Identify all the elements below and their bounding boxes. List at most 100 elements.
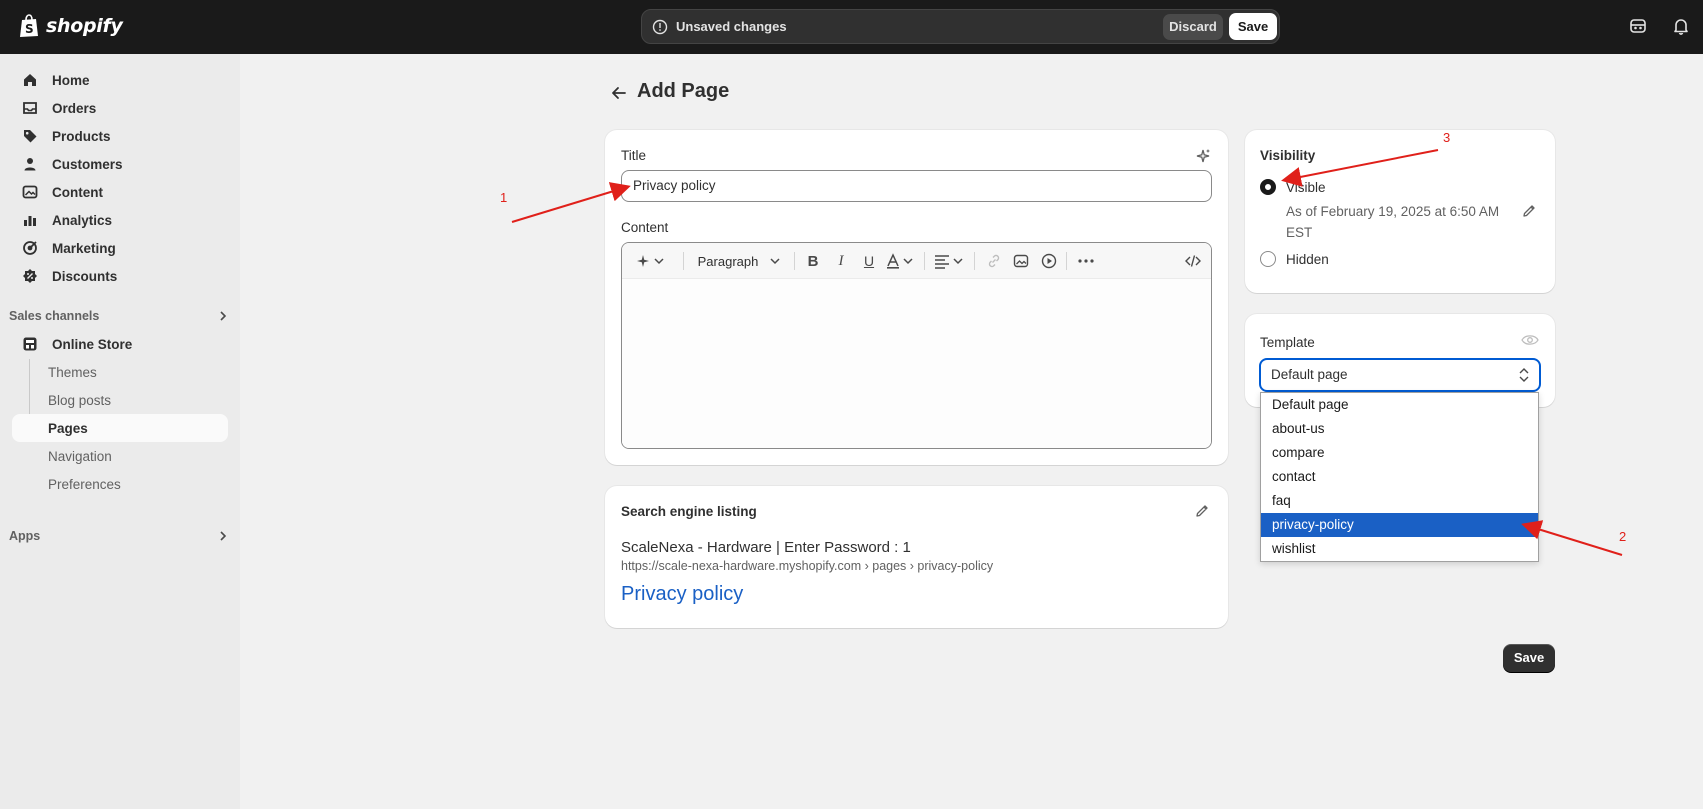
template-select[interactable]: Default page bbox=[1259, 358, 1541, 392]
paragraph-format-select[interactable]: Paragraph bbox=[694, 252, 784, 270]
store-icon bbox=[22, 336, 38, 352]
html-code-button[interactable] bbox=[1184, 252, 1202, 270]
annotation-arrow-2 bbox=[1521, 520, 1623, 556]
chevron-down-icon bbox=[770, 258, 780, 265]
sidebar-item-label: Blog posts bbox=[48, 392, 112, 408]
sidebar-item-products[interactable]: Products bbox=[12, 122, 228, 150]
discard-button[interactable]: Discard bbox=[1163, 14, 1223, 40]
back-arrow-icon[interactable] bbox=[608, 82, 630, 104]
annotation-label-3: 3 bbox=[1443, 130, 1451, 145]
dropdown-option-contact[interactable]: contact bbox=[1261, 465, 1538, 489]
page-title: Add Page bbox=[637, 80, 730, 102]
sidebar-item-blog-posts[interactable]: Blog posts bbox=[12, 386, 228, 414]
sidebar-item-home[interactable]: Home bbox=[12, 66, 228, 94]
edit-pencil-icon[interactable] bbox=[1194, 503, 1210, 519]
sidebar-item-label: Content bbox=[52, 184, 103, 200]
tag-icon bbox=[22, 128, 38, 144]
toolbar-divider bbox=[974, 252, 975, 270]
sidebar-item-label: Orders bbox=[52, 100, 97, 116]
dropdown-option-privacy-policy[interactable]: privacy-policy bbox=[1261, 513, 1538, 537]
unsaved-changes-bar: Unsaved changes Discard Save bbox=[641, 9, 1280, 44]
visibility-heading: Visibility bbox=[1260, 148, 1316, 163]
italic-button[interactable]: I bbox=[832, 252, 850, 270]
text-color-icon bbox=[887, 253, 913, 269]
sales-channels-label: Sales channels bbox=[9, 309, 100, 323]
magic-sparkle-icon bbox=[637, 255, 664, 267]
visible-label[interactable]: Visible bbox=[1286, 180, 1326, 195]
save-top-button[interactable]: Save bbox=[1229, 13, 1277, 40]
sidebar-item-content[interactable]: Content bbox=[12, 178, 228, 206]
sidebar-item-preferences[interactable]: Preferences bbox=[12, 470, 228, 498]
align-button[interactable] bbox=[934, 252, 966, 270]
underline-button[interactable]: U bbox=[860, 252, 878, 270]
dropdown-option-compare[interactable]: compare bbox=[1261, 441, 1538, 465]
sidebar-item-customers[interactable]: Customers bbox=[12, 150, 228, 178]
code-icon bbox=[1185, 255, 1201, 267]
sidebar-item-marketing[interactable]: Marketing bbox=[12, 234, 228, 262]
dropdown-option-faq[interactable]: faq bbox=[1261, 489, 1538, 513]
title-input[interactable]: Privacy policy bbox=[621, 170, 1212, 202]
top-bar: S shopify Unsaved changes Discard Save bbox=[0, 0, 1703, 54]
play-circle-icon bbox=[1041, 253, 1057, 269]
insert-video-button[interactable] bbox=[1040, 252, 1058, 270]
bell-icon[interactable] bbox=[1671, 16, 1691, 36]
store-avatar-icon[interactable] bbox=[1628, 16, 1648, 36]
hidden-radio[interactable] bbox=[1260, 251, 1276, 267]
sidebar-item-discounts[interactable]: Discounts bbox=[12, 262, 228, 290]
dropdown-option-about-us[interactable]: about-us bbox=[1261, 417, 1538, 441]
sidebar-item-online-store[interactable]: Online Store bbox=[12, 330, 228, 358]
sidebar-item-orders[interactable]: Orders bbox=[12, 94, 228, 122]
home-icon bbox=[22, 72, 38, 88]
sidebar-item-analytics[interactable]: Analytics bbox=[12, 206, 228, 234]
page-details-card: Title Privacy policy Content Paragraph B… bbox=[605, 130, 1228, 465]
sidebar-item-pages[interactable]: Pages bbox=[12, 414, 228, 442]
sidebar-item-label: Home bbox=[52, 72, 90, 88]
seo-link[interactable]: Privacy policy bbox=[621, 583, 743, 606]
align-left-icon bbox=[935, 255, 963, 269]
seo-url: https://scale-nexa-hardware.myshopify.co… bbox=[621, 559, 994, 573]
save-button[interactable]: Save bbox=[1503, 644, 1555, 672]
apps-header[interactable]: Apps bbox=[9, 524, 229, 548]
sidebar-item-navigation[interactable]: Navigation bbox=[12, 442, 228, 470]
sidebar-item-label: Preferences bbox=[48, 476, 121, 492]
magic-sparkle-icon[interactable] bbox=[1194, 147, 1212, 165]
sidebar-item-label: Marketing bbox=[52, 240, 116, 256]
toolbar-divider bbox=[1066, 252, 1067, 270]
hidden-label[interactable]: Hidden bbox=[1286, 252, 1329, 267]
sidebar-item-themes[interactable]: Themes bbox=[12, 358, 228, 386]
more-options-button[interactable] bbox=[1076, 252, 1096, 270]
visible-date-line1: As of February 19, 2025 at 6:50 AM bbox=[1286, 204, 1500, 219]
eye-icon[interactable] bbox=[1521, 333, 1539, 347]
inbox-icon bbox=[22, 100, 38, 116]
template-dropdown: Default page about-us compare contact fa… bbox=[1260, 392, 1539, 562]
editor-toolbar: Paragraph B I U bbox=[622, 243, 1211, 279]
alert-circle-icon bbox=[652, 19, 668, 35]
toolbar-divider bbox=[924, 252, 925, 270]
visibility-card: Visibility Visible As of February 19, 20… bbox=[1245, 130, 1555, 293]
visible-radio[interactable] bbox=[1260, 179, 1276, 195]
text-color-button[interactable] bbox=[886, 252, 916, 270]
image-icon bbox=[1013, 254, 1029, 268]
dropdown-option-wishlist[interactable]: wishlist bbox=[1261, 537, 1538, 561]
shopify-bag-icon: S bbox=[20, 14, 38, 37]
title-label: Title bbox=[621, 148, 647, 163]
insert-image-button[interactable] bbox=[1012, 252, 1030, 270]
sidebar-item-label: Themes bbox=[48, 364, 97, 380]
paragraph-label: Paragraph bbox=[697, 253, 759, 269]
link-button[interactable] bbox=[985, 252, 1003, 270]
sidebar-item-label: Analytics bbox=[52, 212, 113, 228]
select-chevron-icon bbox=[1519, 368, 1529, 382]
dropdown-option-default-page[interactable]: Default page bbox=[1261, 393, 1538, 417]
discount-icon bbox=[22, 268, 38, 284]
seo-page-title: ScaleNexa - Hardware | Enter Password : … bbox=[621, 539, 911, 556]
content-editor-body[interactable] bbox=[622, 279, 1211, 448]
content-label: Content bbox=[621, 220, 669, 235]
shopify-logo[interactable]: S shopify bbox=[18, 14, 123, 38]
bold-button[interactable]: B bbox=[804, 252, 822, 270]
edit-pencil-icon[interactable] bbox=[1521, 203, 1537, 219]
seo-heading: Search engine listing bbox=[621, 504, 757, 519]
person-icon bbox=[22, 156, 38, 172]
template-heading: Template bbox=[1260, 335, 1315, 350]
ai-generate-button[interactable] bbox=[634, 252, 668, 270]
sales-channels-header[interactable]: Sales channels bbox=[9, 304, 229, 328]
